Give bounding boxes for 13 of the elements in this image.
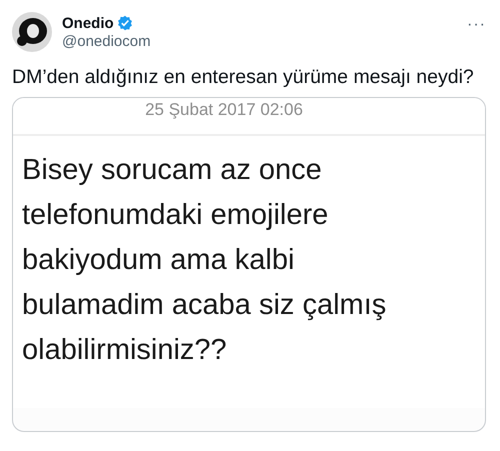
avatar-logo-icon[interactable] bbox=[12, 12, 52, 52]
message-line: bakiyodum ama kalbi bbox=[22, 243, 296, 278]
verified-badge-icon bbox=[116, 15, 133, 31]
message-line: olabilirmisiniz?? bbox=[22, 333, 228, 368]
author-name[interactable]: Onedio bbox=[62, 14, 114, 32]
more-button[interactable]: ··· bbox=[467, 16, 486, 34]
message-line: Bisey sorucam az once bbox=[22, 153, 323, 188]
author-handle[interactable]: @onediocom bbox=[62, 32, 458, 50]
date-header: 25 Şubat 2017 02:06 bbox=[13, 98, 485, 136]
attached-image-card[interactable]: 25 Şubat 2017 02:06 Bisey sorucam az once telefonumdaki emojilere bakiyodum ama kalbi bulamadim acaba siz çalmış olabilirmisiniz?? bbox=[12, 97, 486, 432]
message-line: bulamadim acaba siz çalmış bbox=[22, 288, 388, 323]
tweet-text: DM’den aldığınız en enteresan yürüme mesajı neydi? bbox=[12, 66, 475, 89]
message-line: telefonumdaki emojilere bbox=[22, 198, 330, 233]
